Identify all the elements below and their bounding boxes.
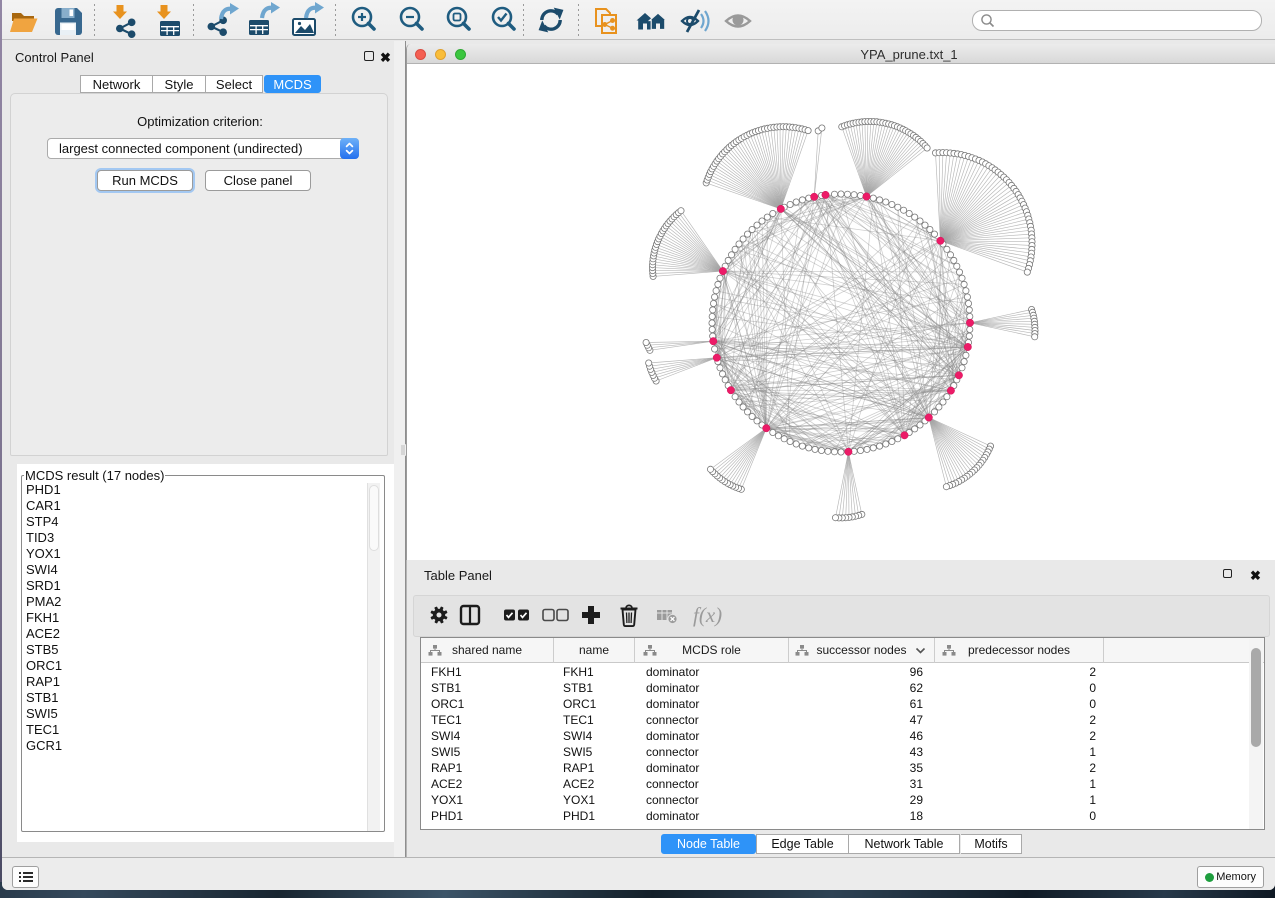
svg-text:f(x): f(x) [693, 603, 722, 627]
